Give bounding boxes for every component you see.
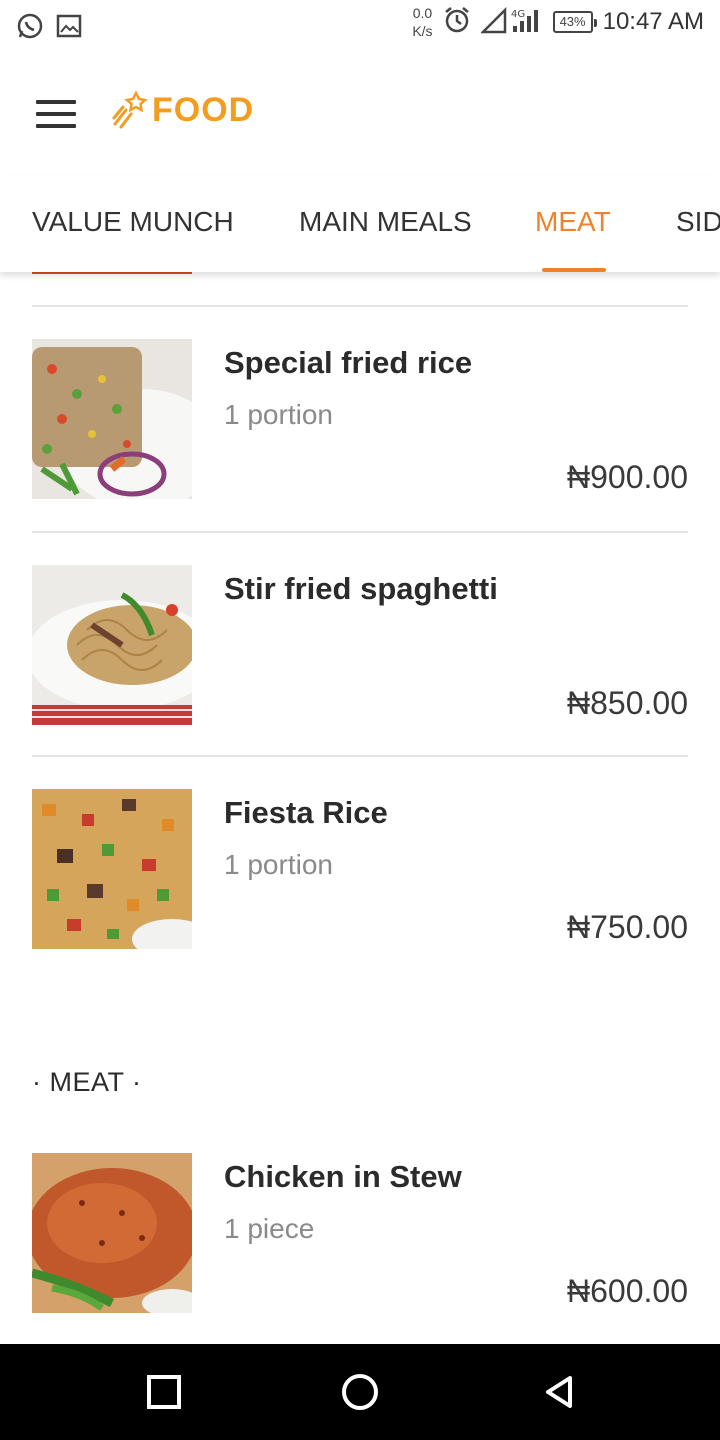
menu-item-chicken-in-stew[interactable]: Chicken in Stew 1 piece ₦600.00 [32,1153,688,1313]
tab-meat[interactable]: MEAT [535,206,611,238]
home-icon[interactable] [340,1372,380,1412]
menu-item-stir-fried-spaghetti[interactable]: Stir fried spaghetti ₦850.00 [32,565,688,725]
network-speed: 0.0 K/s [412,4,432,40]
tab-value-munch[interactable]: VALUE MUNCH [32,206,234,238]
item-name: Special fried rice [224,345,473,380]
menu-item-special-fried-rice[interactable]: Special fried rice 1 portion ₦900.00 [32,339,688,499]
item-price: ₦850.00 [567,685,688,721]
active-tab-indicator [542,268,606,272]
menu-item-fiesta-rice[interactable]: Fiesta Rice 1 portion ₦750.00 [32,789,688,949]
item-name: Chicken in Stew [224,1159,462,1194]
item-price: ₦600.00 [567,1273,688,1309]
logo-text: FOOD [152,90,255,129]
app-logo: FOOD [112,90,254,130]
item-name: Fiesta Rice [224,795,388,830]
item-name: Stir fried spaghetti [224,571,498,606]
food-image [32,789,192,949]
tab-sides[interactable]: SIDES [676,206,720,238]
whatsapp-icon [16,12,44,45]
system-nav-bar [0,1344,720,1440]
alarm-icon [443,6,471,39]
list-divider [32,531,688,533]
food-image [32,565,192,725]
menu-list[interactable]: Special fried rice 1 portion ₦900.00 Sti… [0,272,720,1344]
list-divider [32,755,688,757]
recents-icon[interactable] [144,1372,184,1412]
notification-icons [16,12,82,45]
network-type: 4G [511,9,525,20]
back-icon[interactable] [540,1372,580,1412]
food-image [32,1153,192,1313]
category-tabs: VALUE MUNCH MAIN MEALS MEAT SIDES [0,176,720,272]
clock: 10:47 AM [602,8,704,35]
logo-star-icon [112,90,148,129]
net-speed-unit: K/s [412,23,433,39]
tab-main-meals[interactable]: MAIN MEALS [299,206,472,238]
item-portion: 1 piece [224,1213,315,1244]
list-divider [32,305,688,307]
item-price: ₦750.00 [567,909,688,945]
signal-icon: 4G [479,6,543,39]
section-title-meat: · MEAT · [32,1067,142,1097]
food-image [32,339,192,499]
menu-icon[interactable] [36,100,76,128]
battery-icon: 43% [552,11,597,33]
item-portion: 1 portion [224,849,333,880]
item-price: ₦900.00 [567,459,688,495]
app-bar: FOOD [0,56,720,176]
net-speed-value: 0.0 [412,5,433,21]
status-bar: 0.0 K/s 4G 43% 10:47 AM [0,0,720,56]
gallery-icon [56,13,82,44]
item-portion: 1 portion [224,399,333,430]
partial-item-image [32,272,192,274]
